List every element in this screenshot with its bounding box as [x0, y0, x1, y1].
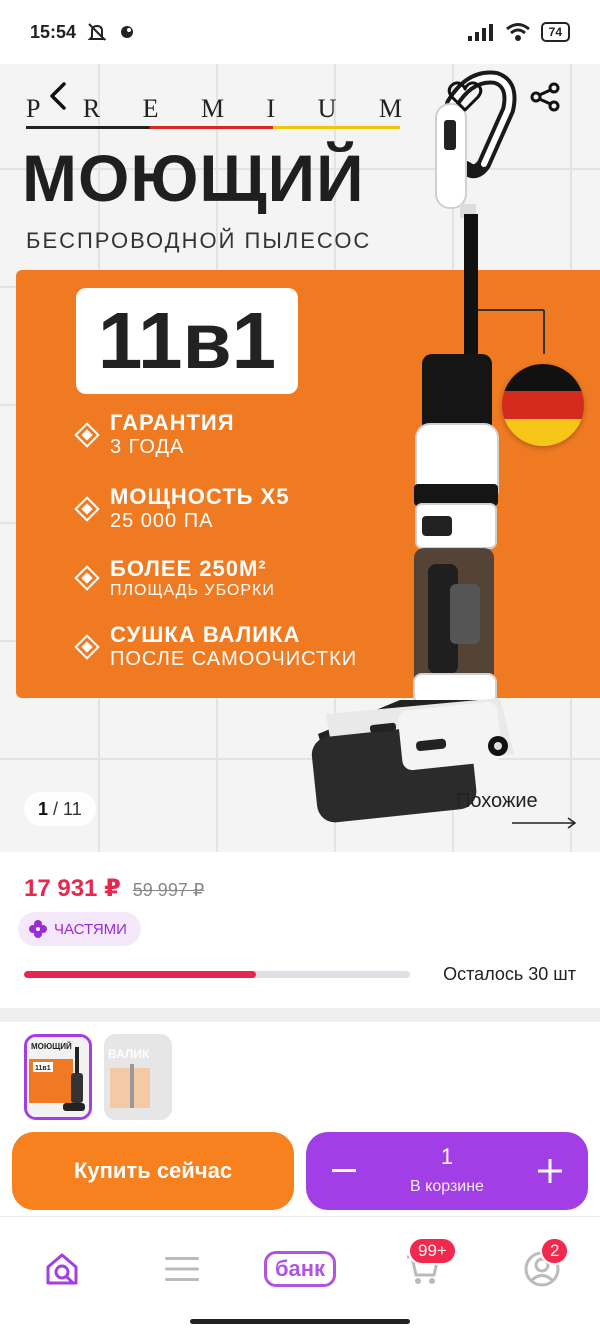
nav-home[interactable] — [40, 1247, 84, 1291]
share-icon — [530, 82, 560, 112]
feature-warranty: ГАРАНТИЯ 3 ГОДА — [74, 410, 235, 459]
nav-bank[interactable]: банк — [260, 1247, 340, 1291]
old-price: 59 997 ₽ — [132, 880, 205, 900]
increase-quantity-button[interactable] — [528, 1146, 572, 1196]
feature-area: БОЛЕЕ 250М² ПЛОЩАДЬ УБОРКИ — [74, 556, 275, 600]
bank-label: банк — [263, 1251, 337, 1287]
vacuum-cleaner-image — [311, 70, 545, 823]
plus-icon — [538, 1159, 562, 1183]
product-hero-image[interactable]: P R E M I U M МОЮЩИЙ БЕСПРОВОДНОЙ ПЫЛЕСО… — [0, 64, 600, 852]
feature-title: ГАРАНТИЯ — [110, 410, 235, 435]
image-page-indicator: 1 / 11 — [24, 792, 96, 826]
buy-now-button[interactable]: Купить сейчас — [12, 1132, 294, 1210]
stock-remaining-text: Осталось 30 шт — [443, 964, 576, 984]
stock-progress-fill — [24, 971, 256, 978]
diamond-bullet-icon — [74, 565, 100, 591]
thumbnail-image: МОЮЩИЙ 11в1 — [27, 1037, 89, 1117]
menu-icon — [165, 1257, 199, 1281]
similar-products-button[interactable]: Похожие — [456, 790, 584, 840]
premium-letter: M — [200, 94, 227, 123]
diamond-bullet-icon — [74, 495, 100, 522]
installment-label: ЧАСТЯМИ — [54, 920, 127, 938]
status-time: 15:54 — [30, 21, 77, 42]
cart-count-badge: 99+ — [408, 1237, 457, 1265]
premium-letter: R — [82, 94, 103, 123]
wifi-icon — [505, 23, 530, 41]
arrow-right-icon — [512, 817, 577, 829]
favorite-button[interactable] — [444, 76, 486, 118]
current-price: 17 931 ₽ — [24, 875, 121, 902]
diamond-bullet-icon — [74, 421, 100, 448]
thumbnail-roller[interactable]: ВАЛИК — [104, 1034, 172, 1120]
thumbnail-badge: 11в1 — [35, 1065, 51, 1072]
feature-subtitle: ПЛОЩАДЬ УБОРКИ — [110, 582, 275, 599]
mute-icon — [87, 23, 107, 41]
price-section: 17 931 ₽ 59 997 ₽ ЧАСТЯМИ Осталось 30 шт — [0, 852, 600, 1008]
page-total: / 11 — [53, 798, 82, 819]
thumbnail-image: ВАЛИК — [104, 1034, 172, 1120]
nav-cart[interactable]: 99+ — [400, 1237, 457, 1291]
stock-progress-bar — [24, 971, 410, 978]
feature-title: БОЛЕЕ 250М² — [110, 556, 267, 581]
purchase-action-bar: Купить сейчас 1 В корзине — [0, 1132, 600, 1216]
status-bar: 15:54 74 — [0, 0, 600, 64]
heart-icon — [447, 81, 483, 112]
signal-icon — [467, 24, 493, 41]
thumbnail-title: МОЮЩИЙ — [31, 1042, 72, 1051]
premium-letter: E — [142, 94, 161, 123]
price-row: 17 931 ₽ 59 997 ₽ — [24, 874, 204, 903]
thumbnail-title: ВАЛИК — [108, 1047, 150, 1061]
profile-count-badge: 2 — [540, 1237, 570, 1265]
system-home-indicator[interactable] — [190, 1319, 410, 1324]
feature-subtitle: 25 000 ПА — [110, 510, 214, 532]
bottom-navigation: банк 99+ 2 — [0, 1216, 600, 1332]
variant-thumbnails: МОЮЩИЙ 11в1 ВАЛИК — [0, 1022, 600, 1132]
diamond-bullet-icon — [74, 633, 100, 660]
nav-profile[interactable]: 2 — [520, 1237, 570, 1291]
feature-power: МОЩНОСТЬ Х5 25 000 ПА — [74, 484, 290, 533]
stock-row: Осталось 30 шт — [24, 964, 576, 985]
home-search-icon — [46, 1253, 78, 1285]
premium-letter: I — [266, 94, 278, 123]
installment-flower-icon — [29, 920, 47, 938]
installment-badge[interactable]: ЧАСТЯМИ — [18, 912, 141, 946]
battery-indicator: 74 — [540, 22, 570, 42]
page-current: 1 — [38, 798, 49, 819]
status-right: 74 — [467, 22, 570, 42]
feature-subtitle: 3 ГОДА — [110, 436, 185, 458]
status-left: 15:54 — [30, 22, 136, 43]
german-flag-icon — [502, 364, 584, 446]
back-button[interactable] — [38, 76, 78, 116]
chevron-left-icon — [50, 82, 66, 110]
section-divider — [0, 1008, 600, 1022]
share-button[interactable] — [524, 76, 566, 118]
feature-title: МОЩНОСТЬ Х5 — [110, 484, 290, 509]
thumbnail-selected[interactable]: МОЮЩИЙ 11в1 — [24, 1034, 92, 1120]
feature-count-badge: 11в1 — [76, 288, 298, 394]
nav-catalog[interactable] — [160, 1247, 204, 1291]
cart-stepper: 1 В корзине — [306, 1132, 588, 1210]
app-notification-icon — [121, 26, 134, 38]
similar-label: Похожие — [456, 790, 538, 812]
